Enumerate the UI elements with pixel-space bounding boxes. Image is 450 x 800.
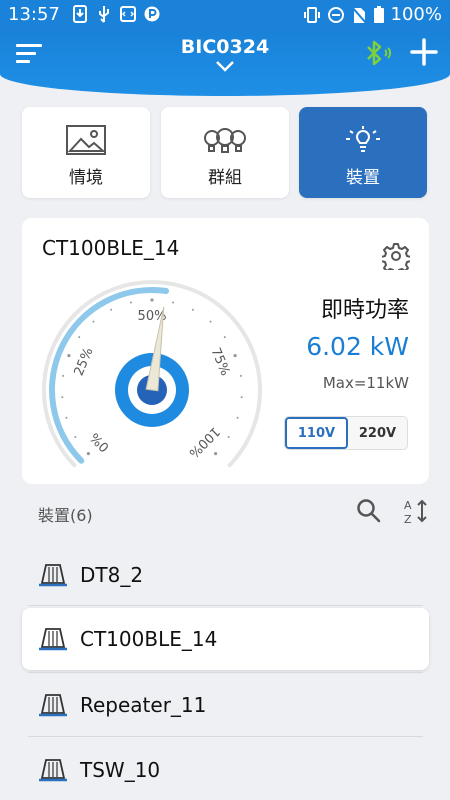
gauge-tick <box>240 396 243 399</box>
gauge-tick <box>110 308 113 311</box>
gauge-tick <box>61 396 64 399</box>
gauge-tick <box>236 416 239 419</box>
device-list-header: 裝置(6) <box>38 506 93 525</box>
tab-scene[interactable]: 情境 <box>22 107 150 198</box>
gauge-tick <box>130 301 132 304</box>
sort-az-icon[interactable]: A Z <box>402 498 430 526</box>
app-header: BIC0324 <box>0 30 450 96</box>
gauge-tick <box>214 452 218 456</box>
bluetooth-icon[interactable] <box>364 40 394 66</box>
voltage-selector: 110V 220V <box>284 416 408 450</box>
power-max: Max=11kW <box>322 374 409 392</box>
fixture-icon <box>39 628 67 651</box>
voltage-110v-button[interactable]: 110V <box>285 417 348 449</box>
device-name: CT100BLE_14 <box>42 236 180 260</box>
power-gauge: 0% 25% 50% 75% 100% <box>42 280 262 468</box>
tab-group[interactable]: 群組 <box>161 107 289 198</box>
gauge-tick <box>172 301 174 304</box>
gauge-tick <box>65 416 68 419</box>
gauge-tick <box>150 298 154 302</box>
device-label: TSW_10 <box>80 758 161 782</box>
gear-icon[interactable] <box>382 242 410 270</box>
system-icons: 100% <box>303 4 442 25</box>
do-not-disturb-icon <box>327 6 344 23</box>
gauge-tick <box>86 452 90 456</box>
svg-text:Z: Z <box>404 513 412 526</box>
list-item[interactable]: TSW_10 <box>22 739 429 800</box>
divider <box>28 736 423 737</box>
notification-icons <box>72 5 160 23</box>
device-power-card: CT100BLE_14 0% 25% 50% 75% 100% 即時功率 6.0… <box>22 218 429 484</box>
gauge-tick-label-25: 25% <box>72 346 97 378</box>
add-icon[interactable] <box>410 38 438 66</box>
gauge-tick-label-0: 0% <box>87 429 112 454</box>
tab-scene-label: 情境 <box>69 168 103 188</box>
download-icon <box>73 5 87 23</box>
battery-level: 100% <box>390 4 442 25</box>
parking-icon <box>144 6 160 22</box>
voltage-220v-button[interactable]: 220V <box>348 417 407 449</box>
no-sim-icon <box>350 5 367 24</box>
gauge-tick <box>233 354 237 358</box>
tab-device[interactable]: 裝置 <box>299 107 427 198</box>
list-item[interactable]: DT8_2 <box>22 544 429 606</box>
power-label: 即時功率 <box>320 298 409 323</box>
gauge-tick <box>223 336 226 339</box>
gauge-tick <box>209 320 212 323</box>
bulb-icon <box>346 126 380 152</box>
device-label: CT100BLE_14 <box>80 627 218 651</box>
gauge-tick <box>67 354 71 358</box>
vibrate-icon <box>303 6 320 23</box>
power-value: 6.02 kW <box>306 332 409 361</box>
device-label: DT8_2 <box>80 563 144 587</box>
gauge-tick <box>92 320 95 323</box>
image-icon <box>66 125 106 155</box>
divider <box>28 672 423 673</box>
code-icon <box>120 6 136 22</box>
bulb-group-icon <box>204 128 246 153</box>
status-bar: 13:57 100% <box>0 0 450 30</box>
fixture-icon <box>39 759 67 782</box>
tab-device-label: 裝置 <box>346 168 380 188</box>
gauge-tick <box>239 374 242 377</box>
list-item[interactable]: CT100BLE_14 <box>22 608 429 670</box>
gauge-tick <box>191 308 194 311</box>
gauge-tick <box>74 436 77 438</box>
svg-text:A: A <box>404 499 412 512</box>
tab-group-label: 群組 <box>208 168 242 188</box>
gauge-tick <box>78 336 81 339</box>
search-icon[interactable] <box>356 498 382 524</box>
gauge-tick-label-75: 75% <box>207 346 232 378</box>
gauge-tick-label-100: 100% <box>186 424 223 461</box>
usb-icon <box>99 6 109 23</box>
fixture-icon <box>39 694 67 717</box>
battery-icon <box>373 5 384 23</box>
fixture-icon <box>39 564 67 587</box>
gauge-tick <box>227 436 230 438</box>
chevron-down-icon[interactable] <box>215 60 235 72</box>
device-label: Repeater_11 <box>80 693 207 717</box>
divider <box>28 605 423 606</box>
gauge-tick <box>62 374 65 377</box>
status-time: 13:57 <box>8 4 60 25</box>
list-item[interactable]: Repeater_11 <box>22 674 429 736</box>
